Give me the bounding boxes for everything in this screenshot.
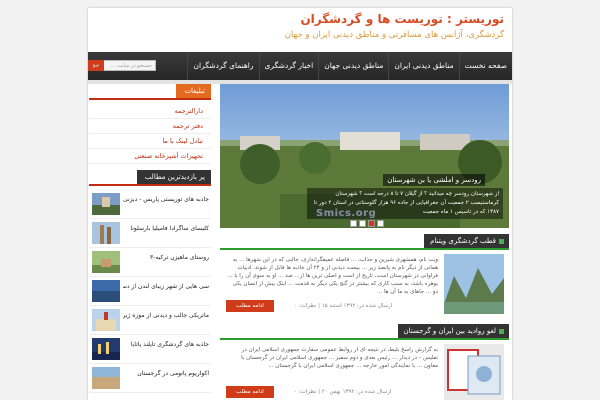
site-header: توریستر : توریست ها و گردشگران گردشگری، … [88, 8, 512, 52]
bullet-icon [499, 328, 504, 334]
post-thumbnail[interactable] [92, 309, 120, 331]
post-thumbnail[interactable] [444, 344, 504, 400]
read-more-button[interactable]: ادامه مطلب [226, 300, 274, 312]
ads-list: دارالترجمه دفتر ترجمه تبادل لینک با ما ت… [89, 104, 211, 164]
list-item-title[interactable]: کلیسای ساگرادا فامیلیا بارسلونا [123, 225, 209, 232]
nav-item-world[interactable]: مناطق دیدنی جهان [318, 52, 388, 80]
slider-dot[interactable] [350, 220, 357, 227]
site-title[interactable]: توریستر : توریست ها و گردشگران [300, 12, 504, 26]
list-item-title[interactable]: سی هایی از شهر زیبای لندن از دست ندید [123, 283, 209, 290]
post-title-2[interactable]: لغو روادید بین ایران و گرجستان [397, 324, 509, 338]
ads-widget-header: تبلیغات [89, 84, 211, 100]
popular-list: جاذبه های توریستی پاریس - دیزنی لند پاری… [89, 190, 211, 393]
ads-link[interactable]: دفتر ترجمه [89, 119, 211, 134]
nav-item-iran[interactable]: مناطق دیدنی ایران [388, 52, 458, 80]
post-thumbnail[interactable] [92, 193, 120, 215]
ads-link[interactable]: دارالترجمه [89, 104, 211, 119]
post-meta: ارسال شده در: ۱۳۹۲ استند ۱۵ | نظرات: ۰ [294, 303, 393, 309]
featured-slider[interactable]: Smics.org رودسر و املشی یا بن شهرستان از… [220, 84, 509, 228]
slider-title[interactable]: رودسر و املشی یا بن شهرستان [383, 174, 485, 186]
list-item-title[interactable]: جاذبه های توریستی پاریس - دیزنی لند پاری… [123, 196, 209, 203]
list-item-title[interactable]: روستای ماهیزن ترکیه-۳ [123, 254, 209, 261]
nav-item-guide[interactable]: راهنمای گردشگران [187, 52, 258, 80]
nav-item-news[interactable]: اخبار گردشگری [258, 52, 319, 80]
nav-menu: صفحه نخست مناطق دیدنی ایران مناطق دیدنی … [187, 52, 512, 80]
post-title-1[interactable]: قطب گردشگری ویتنام [424, 234, 509, 248]
list-item[interactable]: جاذبه های گردشگری تایلند پاتایا [89, 335, 211, 364]
post-thumbnail[interactable] [92, 222, 120, 244]
read-more-button[interactable]: ادامه مطلب [226, 386, 274, 398]
list-item[interactable]: کلیسای ساگرادا فامیلیا بارسلونا [89, 219, 211, 248]
slider-dot-active[interactable] [368, 220, 375, 227]
list-item[interactable]: اکواریوم پاتومی در گرجستان [89, 364, 211, 393]
list-item[interactable]: جاذبه های توریستی پاریس - دیزنی لند پاری… [89, 190, 211, 219]
list-item-title[interactable]: اکواریوم پاتومی در گرجستان [123, 370, 209, 377]
page: توریستر : توریست ها و گردشگران گردشگری، … [88, 8, 512, 400]
popular-widget-header: پر بازدیدترین مطالب [89, 170, 211, 186]
bullet-icon [499, 238, 504, 244]
list-item-title[interactable]: جاذبه های گردشگری تایلند پاتایا [123, 341, 209, 348]
post-header: لغو روادید بین ایران و گرجستان [220, 324, 509, 340]
ads-link[interactable]: تجهیزات آشپزخانه صنعتی [89, 149, 211, 164]
search-button[interactable]: برو [88, 60, 104, 71]
list-item[interactable]: سی هایی از شهر زیبای لندن از دست ندید [89, 277, 211, 306]
slider-dot[interactable] [359, 220, 366, 227]
slider-dots [350, 220, 384, 227]
slider-text: از شهرستان رودسر چه میدانید ؟ از گیلان ۷… [307, 188, 503, 219]
post-excerpt: ویت نام، همشهری شیرین و جذاب، ... فاصله … [227, 257, 438, 295]
post-meta: ارسال شده در: ۱۳۹۲ بهمن ۲۰ | نظرات: ۰ [294, 389, 392, 395]
post-thumbnail[interactable] [444, 254, 504, 314]
ads-widget-title: تبلیغات [176, 84, 211, 98]
list-item-title[interactable]: ماتریکی جالب و دیدنی از موزه ژیراف اسکند… [123, 312, 209, 319]
ads-link[interactable]: تبادل لینک با ما [89, 134, 211, 149]
post-excerpt: به گزارش راسخ بلیط، در نتیجه ای از روابط… [241, 347, 438, 369]
post-header: قطب گردشگری ویتنام [220, 234, 509, 250]
nav-item-home[interactable]: صفحه نخست [458, 52, 512, 80]
slider-dot[interactable] [377, 220, 384, 227]
list-item[interactable]: روستای ماهیزن ترکیه-۳ [89, 248, 211, 277]
site-tagline: گردشگری، آژانس های مسافرتی و مناطق دیدنی… [284, 30, 504, 40]
list-item[interactable]: ماتریکی جالب و دیدنی از موزه ژیراف اسکند… [89, 306, 211, 335]
popular-widget-title: پر بازدیدترین مطالب [136, 170, 211, 184]
post-thumbnail[interactable] [92, 338, 120, 360]
sidebar: تبلیغات دارالترجمه دفتر ترجمه تبادل لینک… [89, 84, 211, 400]
post-thumbnail[interactable] [92, 251, 120, 273]
post-thumbnail[interactable] [92, 280, 120, 302]
post-thumbnail[interactable] [92, 367, 120, 389]
main-nav: صفحه نخست مناطق دیدنی ایران مناطق دیدنی … [88, 52, 512, 80]
